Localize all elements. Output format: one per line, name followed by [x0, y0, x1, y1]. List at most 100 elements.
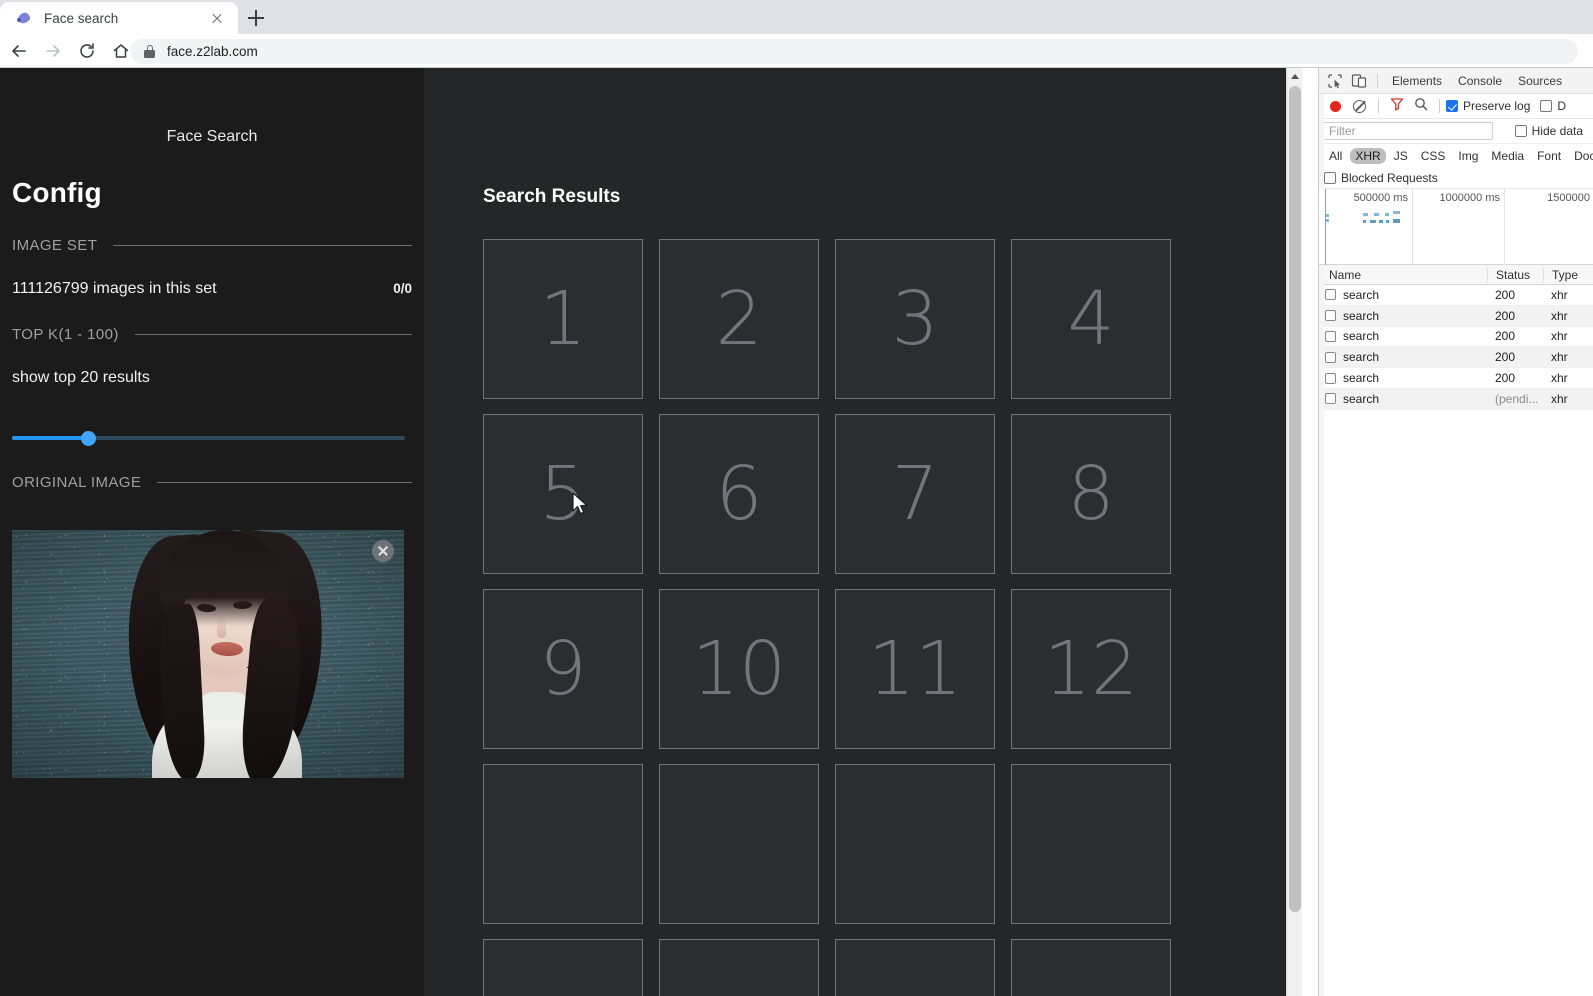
table-row[interactable]: search 200 xhr	[1319, 305, 1593, 327]
inspect-element-icon[interactable]	[1323, 70, 1347, 92]
config-heading: Config	[12, 177, 102, 208]
column-header-name[interactable]: Name	[1319, 268, 1487, 282]
table-row[interactable]: search 200 xhr	[1319, 347, 1593, 369]
address-bar[interactable]: face.z2lab.com	[130, 39, 1578, 64]
result-tile[interactable]: 9	[483, 589, 643, 749]
divider	[1378, 99, 1379, 113]
scrollbar-thumb[interactable]	[1289, 86, 1301, 912]
table-row[interactable]: search 200 xhr	[1319, 327, 1593, 348]
row-name-cell: search	[1319, 309, 1487, 323]
top-k-slider[interactable]	[12, 430, 412, 446]
result-tile[interactable]: 8	[1011, 414, 1171, 574]
original-image-thumbnail[interactable]	[12, 530, 404, 778]
hide-data-urls-label: Hide data	[1531, 124, 1583, 138]
type-filter-xhr[interactable]: XHR	[1350, 147, 1386, 164]
row-checkbox[interactable]	[1325, 372, 1336, 384]
result-tile[interactable]: 6	[659, 414, 819, 574]
result-tile[interactable]: 10	[659, 589, 819, 749]
device-toolbar-icon[interactable]	[1347, 70, 1371, 92]
result-tile[interactable]	[659, 939, 819, 996]
slider-thumb[interactable]	[81, 431, 96, 446]
blocked-requests-checkbox[interactable]	[1324, 171, 1336, 184]
result-tile[interactable]: 5	[483, 414, 643, 574]
clear-icon[interactable]	[1353, 99, 1366, 113]
result-tile[interactable]	[835, 939, 995, 996]
row-name: search	[1343, 308, 1380, 323]
result-tile[interactable]: 4	[1011, 239, 1171, 399]
result-tile[interactable]	[1011, 764, 1171, 924]
type-filter-doc[interactable]: Doc	[1569, 148, 1593, 164]
filter-input[interactable]: Filter	[1323, 122, 1493, 140]
funnel-icon[interactable]	[1390, 97, 1404, 116]
web-page: Face Search Config IMAGE SET 111126799 i…	[0, 68, 1302, 996]
row-name: search	[1343, 371, 1380, 386]
record-icon[interactable]	[1330, 100, 1341, 112]
scroll-up-arrow-icon[interactable]	[1287, 68, 1302, 84]
result-tile[interactable]: 12	[1011, 589, 1171, 749]
column-header-status[interactable]: Status	[1487, 267, 1543, 282]
column-header-type[interactable]: Type	[1543, 267, 1593, 282]
result-tile[interactable]	[1011, 939, 1171, 996]
disable-cache-checkbox[interactable]	[1540, 100, 1553, 112]
hide-data-urls-checkbox[interactable]	[1514, 125, 1527, 137]
result-tile[interactable]: 3	[835, 239, 995, 399]
devtools-type-filters: AllXHRJSCSSImgMediaFontDoc	[1319, 144, 1593, 167]
tab-strip: Face search	[0, 0, 1593, 34]
type-filter-font[interactable]: Font	[1532, 148, 1566, 164]
browser-tab[interactable]: Face search	[0, 2, 238, 34]
arrow-back-icon[interactable]	[4, 36, 34, 66]
devtools-network-overview[interactable]: 500000 ms 1000000 ms 1500000	[1319, 189, 1593, 265]
divider	[134, 334, 412, 335]
result-tile[interactable]: 7	[835, 414, 995, 574]
row-name-cell: search	[1319, 392, 1487, 406]
row-checkbox[interactable]	[1325, 351, 1336, 363]
plus-icon[interactable]	[241, 3, 271, 32]
type-filter-js[interactable]: JS	[1389, 148, 1413, 164]
close-icon[interactable]	[206, 7, 228, 29]
type-filter-img[interactable]: Img	[1453, 148, 1483, 164]
result-tile[interactable]	[483, 764, 643, 924]
preserve-log-label: Preserve log	[1463, 99, 1531, 113]
tab-sources[interactable]: Sources	[1510, 74, 1570, 88]
page-scrollbar[interactable]	[1286, 68, 1302, 996]
table-row[interactable]: search 200 xhr	[1319, 368, 1593, 389]
network-table-header: Name Status Type	[1319, 265, 1593, 285]
photo	[12, 530, 404, 778]
arrow-forward-icon[interactable]	[38, 36, 68, 66]
type-filter-css[interactable]: CSS	[1416, 148, 1451, 164]
close-icon[interactable]	[372, 540, 394, 562]
row-name-cell: search	[1319, 329, 1487, 343]
search-results-title: Search Results	[483, 186, 621, 207]
image-set-count: 111126799 images in this set	[12, 280, 217, 297]
result-tile[interactable]	[483, 939, 643, 996]
result-tile[interactable]: 2	[659, 239, 819, 399]
row-type: xhr	[1551, 350, 1568, 365]
row-name: search	[1343, 287, 1380, 302]
row-status: (pendi...	[1495, 391, 1539, 406]
lock-icon	[144, 45, 155, 58]
type-filter-media[interactable]: Media	[1486, 148, 1529, 164]
row-checkbox[interactable]	[1325, 310, 1336, 322]
table-row[interactable]: search (pendi... xhr	[1319, 388, 1593, 410]
table-row[interactable]: search 200 xhr	[1319, 285, 1593, 306]
type-filter-all[interactable]: All	[1324, 148, 1347, 164]
row-name: search	[1343, 391, 1380, 406]
result-tile[interactable]	[835, 764, 995, 924]
devtools-filter-bar: Filter Hide data	[1319, 119, 1593, 144]
result-tile[interactable]	[659, 764, 819, 924]
row-status: 200	[1495, 371, 1516, 386]
row-type: xhr	[1551, 371, 1568, 386]
url-text: face.z2lab.com	[167, 44, 258, 59]
image-set-info-row: 111126799 images in this set 0/0	[12, 280, 412, 298]
row-checkbox[interactable]	[1325, 289, 1336, 301]
result-tile[interactable]: 11	[835, 589, 995, 749]
search-icon[interactable]	[1414, 97, 1428, 116]
preserve-log-checkbox[interactable]	[1446, 100, 1458, 112]
result-tile[interactable]: 1	[483, 239, 643, 399]
row-checkbox[interactable]	[1325, 330, 1336, 342]
tab-elements[interactable]: Elements	[1384, 74, 1450, 88]
row-checkbox[interactable]	[1325, 393, 1336, 405]
row-type: xhr	[1551, 329, 1568, 344]
reload-icon[interactable]	[72, 36, 102, 66]
tab-console[interactable]: Console	[1450, 74, 1510, 88]
